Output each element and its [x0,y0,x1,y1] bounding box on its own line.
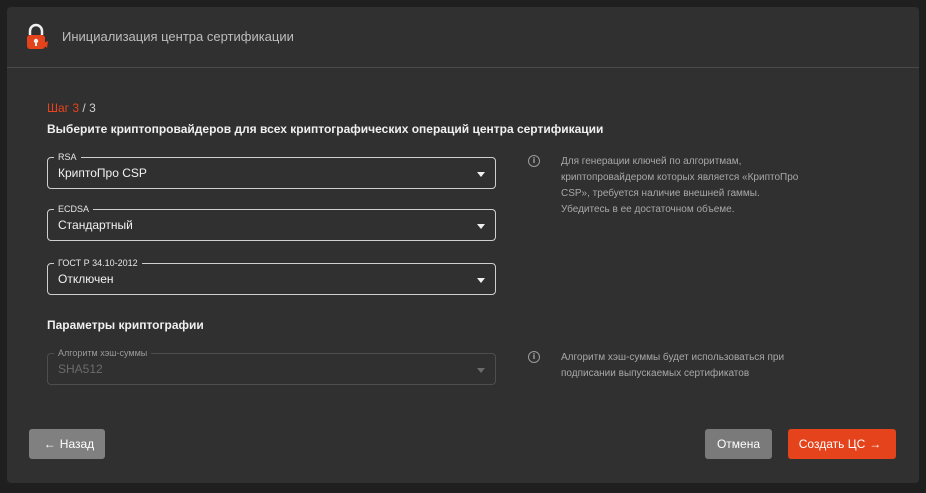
arrow-right-icon: → [869,437,882,451]
cancel-button[interactable]: Отмена [705,429,772,459]
chevron-down-icon [477,368,485,373]
section-heading: Выберите криптопровайдеров для всех крип… [47,122,604,136]
info-icon: i [528,155,540,167]
chevron-down-icon [477,278,485,283]
hash-algorithm-select: Алгоритм хэш-суммы SHA512 [47,347,496,385]
rsa-select-label: RSA [54,151,81,163]
lock-logo-icon [27,23,48,49]
step-current: Шаг 3 [47,101,80,115]
info-note-provider-text: Для генерации ключей по алгоритмам, крип… [561,156,799,215]
rsa-select[interactable]: RSA КриптоПро CSP [47,151,496,189]
hash-algorithm-value: SHA512 [58,362,103,376]
cancel-button-label: Отмена [716,437,761,451]
ecdsa-select[interactable]: ECDSA Стандартный [47,203,496,241]
hash-algorithm-label: Алгоритм хэш-суммы [54,347,152,359]
info-icon: i [528,351,540,363]
dialog-header: Инициализация центра сертификации [7,7,919,68]
step-total: / 3 [79,101,96,115]
ecdsa-select-value: Стандартный [58,218,133,232]
info-note-hash-text: Алгоритм хэш-суммы будет использоваться … [561,352,785,379]
rsa-select-value: КриптоПро CSP [58,166,147,180]
gost-select-label: ГОСТ Р 34.10-2012 [54,257,142,269]
chevron-down-icon [477,224,485,229]
dialog-title: Инициализация центра сертификации [62,29,294,44]
arrow-left-icon: ← [43,437,56,451]
dialog: Инициализация центра сертификации Шаг 3 … [7,7,919,483]
info-note-provider: i Для генерации ключей по алгоритмам, кр… [528,154,799,218]
gost-select-value: Отключен [58,272,114,286]
back-button[interactable]: ← Назад [29,429,105,459]
ecdsa-select-label: ECDSA [54,203,94,215]
back-button-label: Назад [59,437,95,451]
chevron-down-icon [477,172,485,177]
step-indicator: Шаг 3 / 3 [47,101,96,115]
info-note-hash: i Алгоритм хэш-суммы будет использоватьс… [528,350,799,382]
create-ca-button[interactable]: Создать ЦС → [788,429,896,459]
gost-select[interactable]: ГОСТ Р 34.10-2012 Отключен [47,257,496,295]
crypto-params-heading: Параметры криптографии [47,318,204,332]
create-ca-button-label: Создать ЦС [798,437,866,451]
